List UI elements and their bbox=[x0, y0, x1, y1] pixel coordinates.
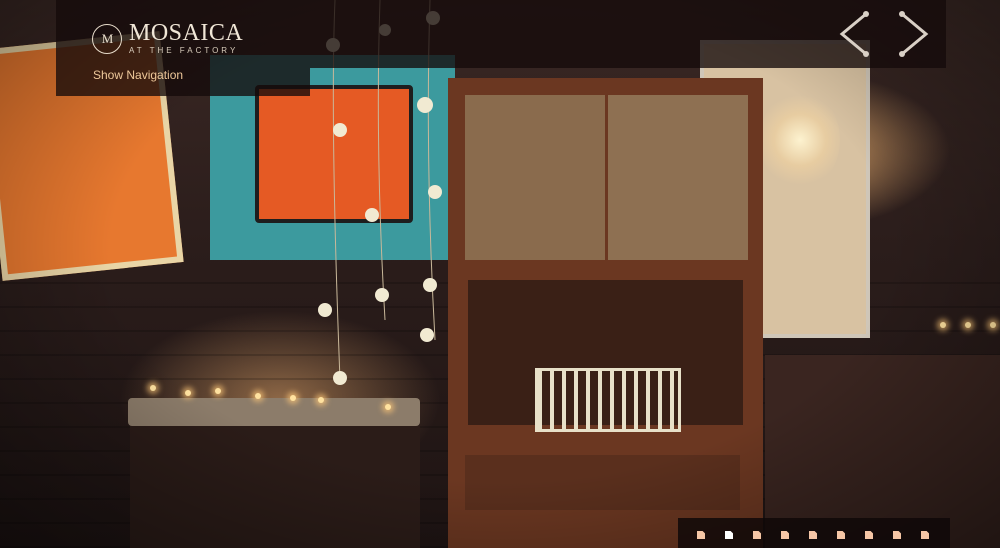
logo-subtitle: AT THE FACTORY bbox=[129, 46, 239, 55]
show-navigation-link[interactable]: Show Navigation bbox=[93, 68, 183, 82]
previous-slide-button[interactable] bbox=[836, 10, 872, 58]
chevron-right-icon bbox=[899, 11, 929, 57]
slide-dot[interactable] bbox=[725, 531, 733, 539]
slide-pagination bbox=[697, 531, 929, 539]
logo-monogram-icon: M bbox=[92, 23, 122, 54]
slide-dot[interactable] bbox=[697, 531, 705, 539]
site-logo[interactable]: M MOSAICA AT THE FACTORY bbox=[92, 20, 244, 55]
next-slide-button[interactable] bbox=[896, 10, 932, 58]
slide-dot[interactable] bbox=[893, 531, 901, 539]
logo-text: MOSAICA AT THE FACTORY bbox=[129, 20, 244, 55]
slide-dot[interactable] bbox=[921, 531, 929, 539]
chevron-left-icon bbox=[839, 11, 869, 57]
slide-dot[interactable] bbox=[809, 531, 817, 539]
slide-dot[interactable] bbox=[781, 531, 789, 539]
logo-title: MOSAICA bbox=[129, 20, 244, 46]
slide-dot[interactable] bbox=[753, 531, 761, 539]
slide-dot[interactable] bbox=[865, 531, 873, 539]
slide-dot[interactable] bbox=[837, 531, 845, 539]
